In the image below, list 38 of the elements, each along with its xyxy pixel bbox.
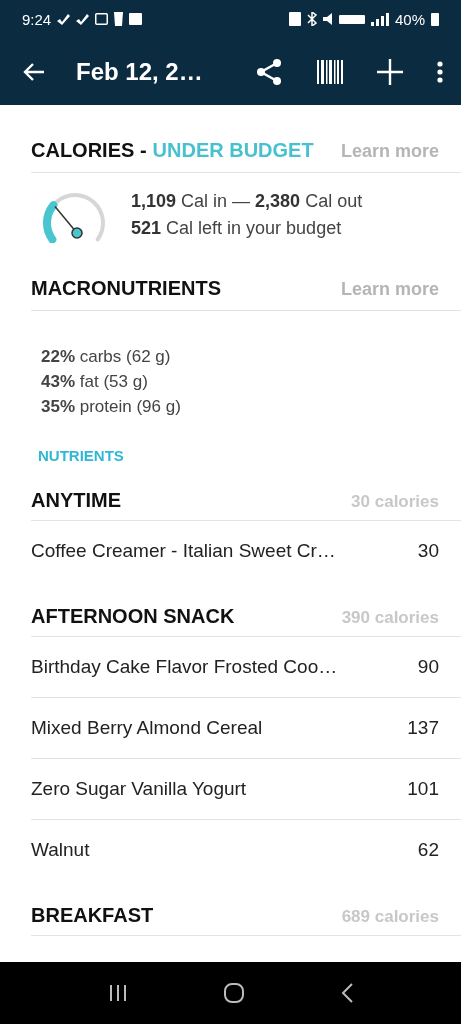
battery-icon (431, 12, 439, 26)
date-title: Feb 12, 2… (76, 57, 204, 86)
share-icon[interactable] (255, 57, 283, 86)
food-calories: 90 (417, 656, 439, 678)
macro-line: 43% fat (53 g) (41, 371, 149, 393)
barcode-icon[interactable] (317, 59, 343, 84)
battery-percent: 40% (394, 10, 425, 28)
macro-line: 22% carbs (62 g) (41, 346, 172, 368)
clock: 9:24 (22, 10, 52, 28)
calorie-summary: 1,109 Cal in — 2,380 Cal out (131, 190, 363, 213)
food-name[interactable]: Walnut (31, 839, 408, 861)
bluetooth-icon (306, 12, 317, 26)
signal-icon (370, 12, 389, 26)
mute-icon (322, 13, 333, 25)
add-icon[interactable] (377, 58, 403, 85)
section-title: MACRONUTRIENTS (31, 277, 221, 300)
recent-apps-icon[interactable] (107, 983, 128, 1003)
section-title: CALORIES - (31, 139, 147, 162)
food-name[interactable]: Coffee Creamer - Italian Sweet Cr… (31, 540, 408, 562)
meal-title: AFTERNOON SNACK (31, 605, 235, 628)
food-name[interactable]: Mixed Berry Almond Cereal (31, 717, 398, 739)
meal-title: BREAKFAST (31, 904, 154, 927)
food-name[interactable]: Birthday Cake Flavor Frosted Coo… (31, 656, 408, 678)
home-icon[interactable] (222, 982, 245, 1004)
food-calories: 30 (417, 540, 439, 562)
calorie-summary: 521 Cal left in your budget (131, 217, 343, 240)
meal-title: ANYTIME (31, 489, 121, 512)
check-icon (76, 13, 90, 25)
back-icon[interactable] (339, 982, 354, 1004)
food-calories: 137 (407, 717, 439, 739)
cup-icon (114, 12, 124, 26)
food-calories: 62 (417, 839, 439, 861)
budget-status: UNDER BUDGET (152, 139, 314, 162)
check-icon (57, 13, 71, 25)
food-calories: 101 (407, 778, 439, 800)
macro-line: 35% protein (96 g) (41, 396, 182, 418)
more-icon[interactable] (437, 60, 443, 83)
food-name[interactable]: Zero Sugar Vanilla Yogurt (31, 778, 398, 800)
